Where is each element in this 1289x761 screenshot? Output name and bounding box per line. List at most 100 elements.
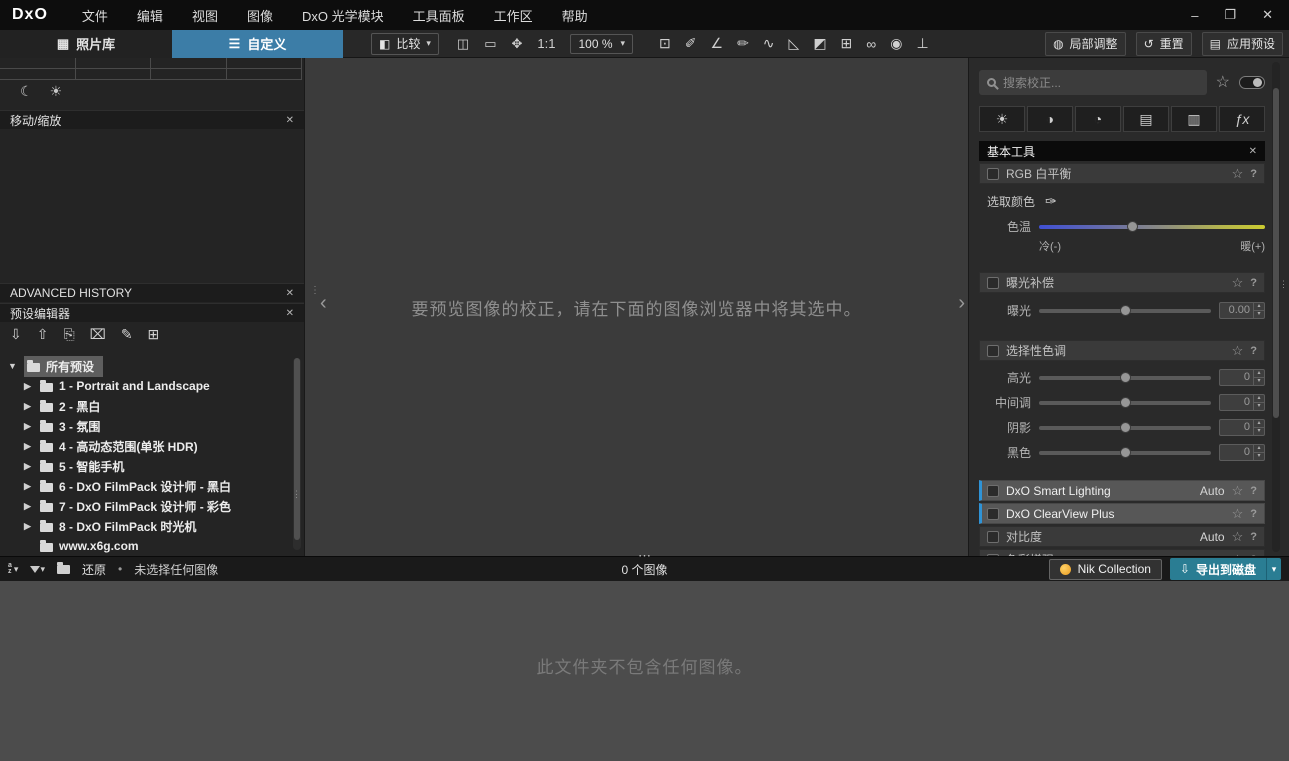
menu-view[interactable]: 视图 (192, 6, 218, 25)
chevron-down-icon[interactable]: ▾ (426, 38, 431, 49)
temperature-slider[interactable] (1039, 220, 1265, 232)
right-splitter-grip-icon[interactable]: ⋮ (1279, 280, 1288, 289)
slider-handle[interactable] (1120, 396, 1131, 408)
spin-up-icon[interactable]: ▴ (1254, 420, 1264, 428)
white-balance-picker-button[interactable]: ✐ (685, 35, 697, 52)
spin-down-icon[interactable]: ▾ (1254, 311, 1264, 318)
palette-tab-effects[interactable]: ƒx (1219, 106, 1265, 132)
palette-tab-light[interactable]: ☀ (979, 106, 1025, 132)
tree-collapse-icon[interactable]: ▶ (24, 521, 34, 532)
enable-checkbox[interactable] (987, 507, 999, 520)
spin-down-icon[interactable]: ▾ (1254, 453, 1264, 460)
favorite-star-icon[interactable]: ☆ (1232, 344, 1244, 357)
show-mask-button[interactable]: ◉ (890, 35, 902, 52)
palette-tab-geometry[interactable]: ▤ (1123, 106, 1169, 132)
tree-item-hdr[interactable]: ▶ 4 - 高动态范围(单张 HDR) (0, 436, 290, 456)
close-button[interactable]: ✕ (1262, 7, 1273, 23)
horizon-tool-button[interactable]: ⊥ (916, 35, 928, 52)
local-adjustments-button[interactable]: ◍ 局部调整 (1045, 31, 1126, 56)
tab-photolibrary[interactable]: ▦ 照片库 (0, 29, 172, 58)
smart-lighting-tool-header[interactable]: DxO Smart Lighting Auto ☆ ? (979, 480, 1265, 501)
spin-up-icon[interactable]: ▴ (1254, 445, 1264, 453)
tree-item-portrait-landscape[interactable]: ▶ 1 - Portrait and Landscape (0, 376, 290, 396)
blacks-slider[interactable] (1039, 446, 1211, 458)
zoom-level-select[interactable]: 100 % ▾ (570, 33, 634, 54)
exposure-tool-header[interactable]: 曝光补偿 ☆ ? (979, 272, 1265, 293)
delete-preset-icon[interactable]: ⌧ (90, 326, 106, 343)
spin-down-icon[interactable]: ▾ (1254, 403, 1264, 410)
enable-checkbox[interactable] (987, 344, 999, 357)
pan-tool-button[interactable]: ✥ (511, 36, 522, 52)
favorite-star-icon[interactable]: ☆ (1232, 530, 1244, 543)
tree-collapse-icon[interactable]: ▶ (24, 401, 34, 412)
tree-collapse-icon[interactable]: ▶ (24, 461, 34, 472)
enable-checkbox[interactable] (987, 276, 999, 289)
export-options-dropdown[interactable]: ▾ (1266, 558, 1281, 580)
shadows-spinner[interactable]: 0 ▴ ▾ (1219, 419, 1265, 436)
split-view-button[interactable]: ◫ (457, 36, 469, 52)
midtones-spinner[interactable]: 0 ▴ ▾ (1219, 394, 1265, 411)
minimize-button[interactable]: – (1191, 8, 1198, 23)
help-icon[interactable]: ? (1250, 508, 1257, 520)
gradient-tool-button[interactable]: ◩ (813, 35, 826, 52)
perspective-tool-button[interactable]: ⊞ (841, 35, 853, 52)
tree-item-black-white[interactable]: ▶ 2 - 黑白 (0, 396, 290, 416)
export-to-disk-button[interactable]: ⇩ 导出到磁盘 (1169, 558, 1266, 580)
tree-collapse-icon[interactable]: ▶ (24, 441, 34, 452)
tree-collapse-icon[interactable]: ▶ (24, 421, 34, 432)
menu-edit[interactable]: 编辑 (137, 6, 163, 25)
brush-tool-button[interactable]: ✏ (737, 35, 749, 52)
eyedropper-icon[interactable]: ✑ (1045, 193, 1057, 210)
highlight-clipping-icon[interactable]: ☀ (50, 83, 63, 100)
slider-handle[interactable] (1120, 421, 1131, 433)
new-preset-icon[interactable]: ⊞ (148, 326, 160, 343)
slider-handle[interactable] (1120, 304, 1131, 316)
collapse-right-panel-button[interactable]: › (958, 293, 965, 313)
selective-tone-tool-header[interactable]: 选择性色调 ☆ ? (979, 340, 1265, 361)
help-icon[interactable]: ? (1250, 485, 1257, 497)
highlights-slider[interactable] (1039, 371, 1211, 383)
menu-file[interactable]: 文件 (82, 6, 108, 25)
spin-up-icon[interactable]: ▴ (1254, 370, 1264, 378)
left-scrollbar-thumb[interactable] (294, 358, 300, 541)
current-folder-icon[interactable] (56, 561, 70, 574)
spin-down-icon[interactable]: ▾ (1254, 428, 1264, 435)
menu-tool-panels[interactable]: 工具面板 (413, 6, 465, 25)
browser-splitter-grip-icon[interactable]: ⋯ (638, 549, 651, 562)
search-input[interactable] (1003, 75, 1199, 90)
tree-item-all-presets[interactable]: ▼ 所有预设 (0, 356, 290, 377)
exposure-spinner[interactable]: 0.00 ▴ ▾ (1219, 302, 1265, 319)
right-scrollbar[interactable] (1272, 62, 1280, 552)
exposure-slider[interactable] (1039, 304, 1211, 316)
rename-preset-icon[interactable]: ✎ (121, 326, 133, 343)
midtones-slider[interactable] (1039, 396, 1211, 408)
tree-expand-icon[interactable]: ▼ (8, 361, 18, 371)
restore-button[interactable]: 还原 (82, 561, 106, 578)
clearview-tool-header[interactable]: DxO ClearView Plus ☆ ? (979, 503, 1265, 524)
tab-customize[interactable]: ☰ 自定义 (172, 29, 343, 58)
favorite-star-icon[interactable]: ☆ (1232, 507, 1244, 520)
import-preset-icon[interactable]: ⇩ (10, 326, 22, 343)
palette-tab-watermark[interactable]: ▥ (1171, 106, 1217, 132)
favorite-star-icon[interactable]: ☆ (1232, 276, 1244, 289)
enable-checkbox[interactable] (987, 530, 999, 543)
shadows-slider[interactable] (1039, 421, 1211, 433)
right-scrollbar-thumb[interactable] (1273, 88, 1279, 418)
maximize-button[interactable]: ❐ (1224, 7, 1236, 23)
tree-item-filmpack-color[interactable]: ▶ 7 - DxO FilmPack 设计师 - 彩色 (0, 496, 290, 516)
enable-checkbox[interactable] (987, 167, 999, 180)
filter-button[interactable]: ▾ (30, 564, 45, 575)
search-correction-box[interactable] (979, 70, 1207, 95)
straighten-tool-button[interactable]: ∠ (711, 35, 724, 52)
active-corrections-toggle[interactable] (1239, 76, 1265, 89)
tree-collapse-icon[interactable]: ▶ (24, 481, 34, 492)
sort-button[interactable]: a z ▾ (8, 562, 18, 575)
palette-tab-color[interactable]: ◑ (1027, 106, 1073, 132)
blacks-spinner[interactable]: 0 ▴ ▾ (1219, 444, 1265, 461)
tree-item-smartphone[interactable]: ▶ 5 - 智能手机 (0, 456, 290, 476)
tree-collapse-icon[interactable]: ▶ (24, 501, 34, 512)
highlights-spinner[interactable]: 0 ▴ ▾ (1219, 369, 1265, 386)
export-preset-icon[interactable]: ⇧ (37, 326, 49, 343)
duplicate-preset-icon[interactable]: ⎘ (63, 326, 74, 343)
enable-checkbox[interactable] (987, 484, 999, 497)
